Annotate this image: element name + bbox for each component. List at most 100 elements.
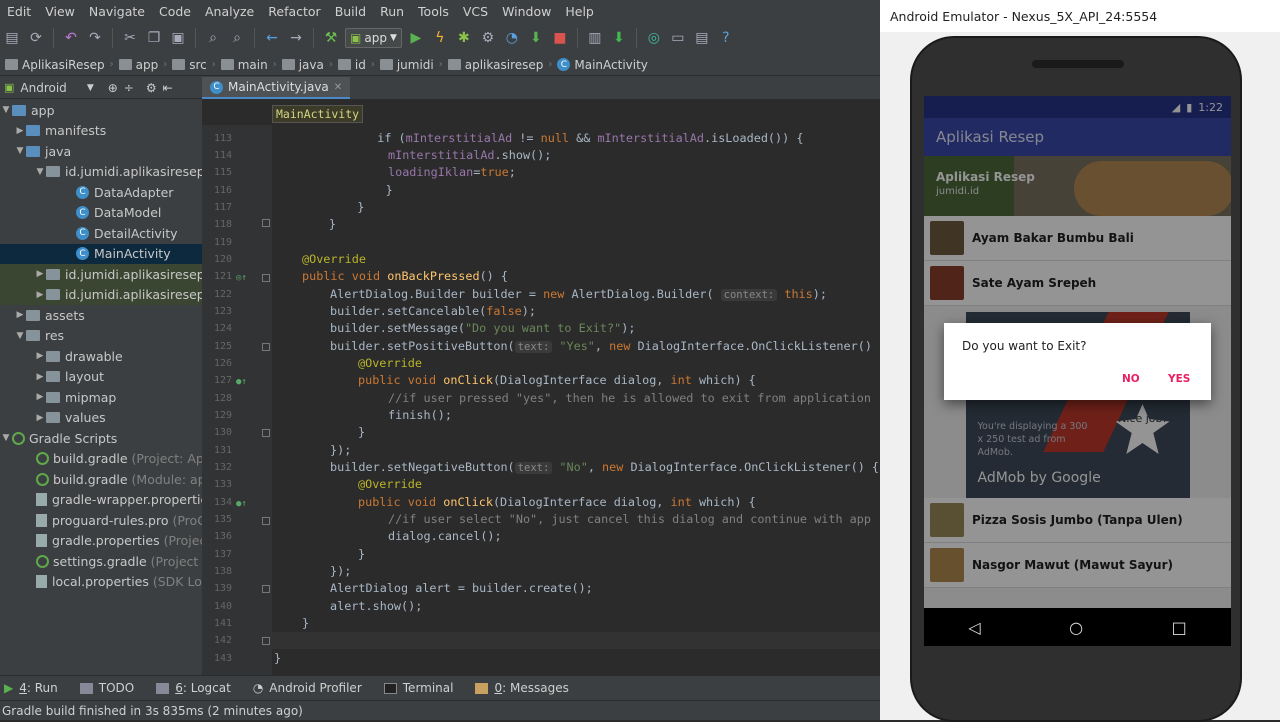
chevron-right-icon[interactable]: ▶ <box>34 413 46 423</box>
tree-item-manifests[interactable]: ▶ manifests <box>0 121 202 142</box>
back-nav-icon[interactable]: ◁ <box>968 618 980 637</box>
structure-icon[interactable]: ▥ <box>585 28 605 48</box>
find-icon[interactable]: ⌕ <box>203 28 223 48</box>
tree-item-drawable[interactable]: ▶ drawable <box>0 346 202 367</box>
collapse-icon[interactable]: ÷ <box>124 81 134 95</box>
attach-icon[interactable]: ⬇ <box>526 28 546 48</box>
menu-tools[interactable]: Tools <box>411 4 456 19</box>
chevron-down-icon[interactable]: ▼ <box>34 167 46 177</box>
implement-marker-icon[interactable]: ●↑ <box>236 499 247 509</box>
chevron-down-icon[interactable]: ▼ <box>0 105 12 115</box>
avd-manager-icon[interactable]: ▭ <box>668 28 688 48</box>
run-icon[interactable]: ▶ <box>406 28 426 48</box>
replace-icon[interactable]: ⌕ <box>227 28 247 48</box>
tree-item-package[interactable]: ▼ id.jumidi.aplikasiresep <box>0 162 202 183</box>
breadcrumb-main[interactable]: main <box>216 58 273 72</box>
tree-item-layout[interactable]: ▶ layout <box>0 367 202 388</box>
dialog-no-button[interactable]: NO <box>1122 373 1140 385</box>
tree-item-java[interactable]: ▼ java <box>0 141 202 162</box>
breadcrumb-src[interactable]: src <box>167 58 212 72</box>
forward-icon[interactable]: → <box>286 28 306 48</box>
paste-icon[interactable]: ▣ <box>168 28 188 48</box>
tree-item-local-properties[interactable]: local.properties (SDK Locati <box>0 572 202 593</box>
chevron-right-icon[interactable]: ▶ <box>14 310 26 320</box>
menu-navigate[interactable]: Navigate <box>82 4 152 19</box>
chevron-right-icon[interactable]: ▶ <box>14 126 26 136</box>
implement-marker-icon[interactable]: ●↑ <box>236 377 247 387</box>
gear-icon[interactable]: ⚙ <box>146 81 157 95</box>
home-nav-icon[interactable]: ○ <box>1069 618 1083 637</box>
fold-marker-icon[interactable] <box>262 274 270 282</box>
back-icon[interactable]: ← <box>262 28 282 48</box>
menu-build[interactable]: Build <box>328 4 373 19</box>
tree-item-settings-gradle[interactable]: settings.gradle (Project Sett <box>0 551 202 572</box>
breadcrumb-app[interactable]: app <box>114 58 164 72</box>
copy-icon[interactable]: ❐ <box>144 28 164 48</box>
redo-icon[interactable]: ↷ <box>85 28 105 48</box>
tree-item-package-test[interactable]: ▶id.jumidi.aplikasiresep ( <box>0 284 202 305</box>
profiler-tool-button[interactable]: ◔ Android Profiler <box>253 681 362 695</box>
sync-icon[interactable]: ⟳ <box>26 28 46 48</box>
fold-marker-icon[interactable] <box>262 429 270 437</box>
fold-marker-icon[interactable] <box>262 219 270 227</box>
run-config-select[interactable]: ▣ app ▼ <box>345 28 402 48</box>
run-tool-button[interactable]: ▶ 4: Run <box>4 681 58 695</box>
menu-code[interactable]: Code <box>152 4 198 19</box>
tree-item-gradle-properties[interactable]: gradle.properties (Project Pr <box>0 531 202 552</box>
breadcrumb-jumidi[interactable]: jumidi <box>375 58 439 72</box>
tree-item-res[interactable]: ▼ res <box>0 326 202 347</box>
menu-help[interactable]: Help <box>558 4 601 19</box>
breadcrumb-mainactivity[interactable]: C MainActivity <box>552 58 653 72</box>
breadcrumb-java[interactable]: java <box>277 58 329 72</box>
tab-mainactivity[interactable]: C MainActivity.java ✕ <box>202 77 351 99</box>
tree-item-proguard[interactable]: proguard-rules.pro (ProGua <box>0 510 202 531</box>
chevron-right-icon[interactable]: ▶ <box>34 351 46 361</box>
project-view-mode[interactable]: Android <box>20 81 66 95</box>
recents-nav-icon[interactable]: □ <box>1172 618 1187 637</box>
tree-item-build-gradle-project[interactable]: build.gradle (Project: Aplika <box>0 449 202 470</box>
tree-item-app[interactable]: ▼ app <box>0 100 202 121</box>
device-monitor-icon[interactable]: ▤ <box>692 28 712 48</box>
tree-item-detailactivity[interactable]: C DetailActivity <box>0 223 202 244</box>
fold-marker-icon[interactable] <box>262 517 270 525</box>
apply-changes-icon[interactable]: ϟ <box>430 28 450 48</box>
dialog-yes-button[interactable]: YES <box>1168 373 1190 385</box>
menu-view[interactable]: View <box>38 4 82 19</box>
chevron-right-icon[interactable]: ▶ <box>34 372 46 382</box>
profile-icon[interactable]: ◔ <box>502 28 522 48</box>
tree-item-mipmap[interactable]: ▶ mipmap <box>0 387 202 408</box>
hide-icon[interactable]: ⇤ <box>163 81 173 95</box>
chevron-right-icon[interactable]: ▶ <box>34 269 46 279</box>
help-icon[interactable]: ? <box>716 28 736 48</box>
menu-run[interactable]: Run <box>373 4 411 19</box>
todo-tool-button[interactable]: TODO <box>79 681 134 695</box>
fold-marker-icon[interactable] <box>262 343 270 351</box>
menu-edit[interactable]: Edit <box>0 4 38 19</box>
tree-item-build-gradle-module[interactable]: build.gradle (Module: app) <box>0 469 202 490</box>
close-icon[interactable]: ✕ <box>334 82 342 93</box>
fold-marker-icon[interactable] <box>262 637 270 645</box>
menu-vcs[interactable]: VCS <box>456 4 495 19</box>
breadcrumb-aplikasiresep[interactable]: aplikasiresep <box>443 58 549 72</box>
attach-debugger-icon[interactable]: ⚙ <box>478 28 498 48</box>
breadcrumb-id[interactable]: id <box>333 58 371 72</box>
tree-item-dataadapter[interactable]: C DataAdapter <box>0 182 202 203</box>
menu-window[interactable]: Window <box>495 4 558 19</box>
debug-icon[interactable]: ✱ <box>454 28 474 48</box>
logcat-tool-button[interactable]: 6: Logcat <box>156 681 231 695</box>
save-all-icon[interactable]: ▤ <box>2 28 22 48</box>
chevron-right-icon[interactable]: ▶ <box>34 392 46 402</box>
sync-gradle-icon[interactable]: ◎ <box>644 28 664 48</box>
fold-marker-icon[interactable] <box>262 585 270 593</box>
menu-refactor[interactable]: Refactor <box>261 4 327 19</box>
chevron-down-icon[interactable]: ▼ <box>0 433 12 443</box>
build-hammer-icon[interactable]: ⚒ <box>321 28 341 48</box>
stop-icon[interactable]: ■ <box>550 28 570 48</box>
breadcrumb-project[interactable]: AplikasiResep <box>0 58 110 72</box>
tree-item-assets[interactable]: ▶ assets <box>0 305 202 326</box>
sdk-manager-icon[interactable]: ⬇ <box>609 28 629 48</box>
messages-tool-button[interactable]: 0: Messages <box>475 681 569 695</box>
class-breadcrumb-chip[interactable]: MainActivity <box>272 105 364 123</box>
tree-item-values[interactable]: ▶ values <box>0 408 202 429</box>
chevron-down-icon[interactable]: ▼ <box>87 83 94 93</box>
